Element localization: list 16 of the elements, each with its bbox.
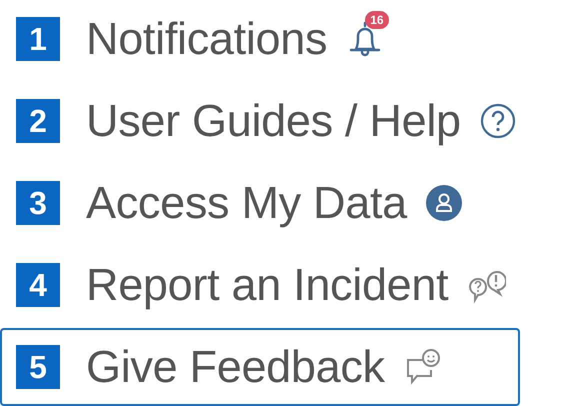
number-label: 5 bbox=[16, 345, 60, 389]
menu-label: User Guides / Help bbox=[86, 95, 461, 147]
menu-item[interactable]: 1 Notifications 16 bbox=[0, 0, 520, 78]
number-label: 4 bbox=[16, 263, 60, 307]
menu-item[interactable]: 5 Give Feedback bbox=[0, 328, 520, 406]
menu-item[interactable]: 3 Access My Data bbox=[0, 164, 520, 242]
number-label: 1 bbox=[16, 17, 60, 61]
menu-item[interactable]: 2 User Guides / Help bbox=[0, 82, 520, 160]
menu-label: Report an Incident bbox=[86, 259, 448, 311]
menu-label: Give Feedback bbox=[86, 341, 385, 393]
count-badge: 16 bbox=[365, 11, 389, 29]
number-label: 3 bbox=[16, 181, 60, 225]
number-label: 2 bbox=[16, 99, 60, 143]
menu-item[interactable]: 4 Report an Incident bbox=[0, 246, 520, 324]
menu-label: Notifications bbox=[86, 13, 328, 65]
menu-label: Access My Data bbox=[86, 177, 407, 229]
